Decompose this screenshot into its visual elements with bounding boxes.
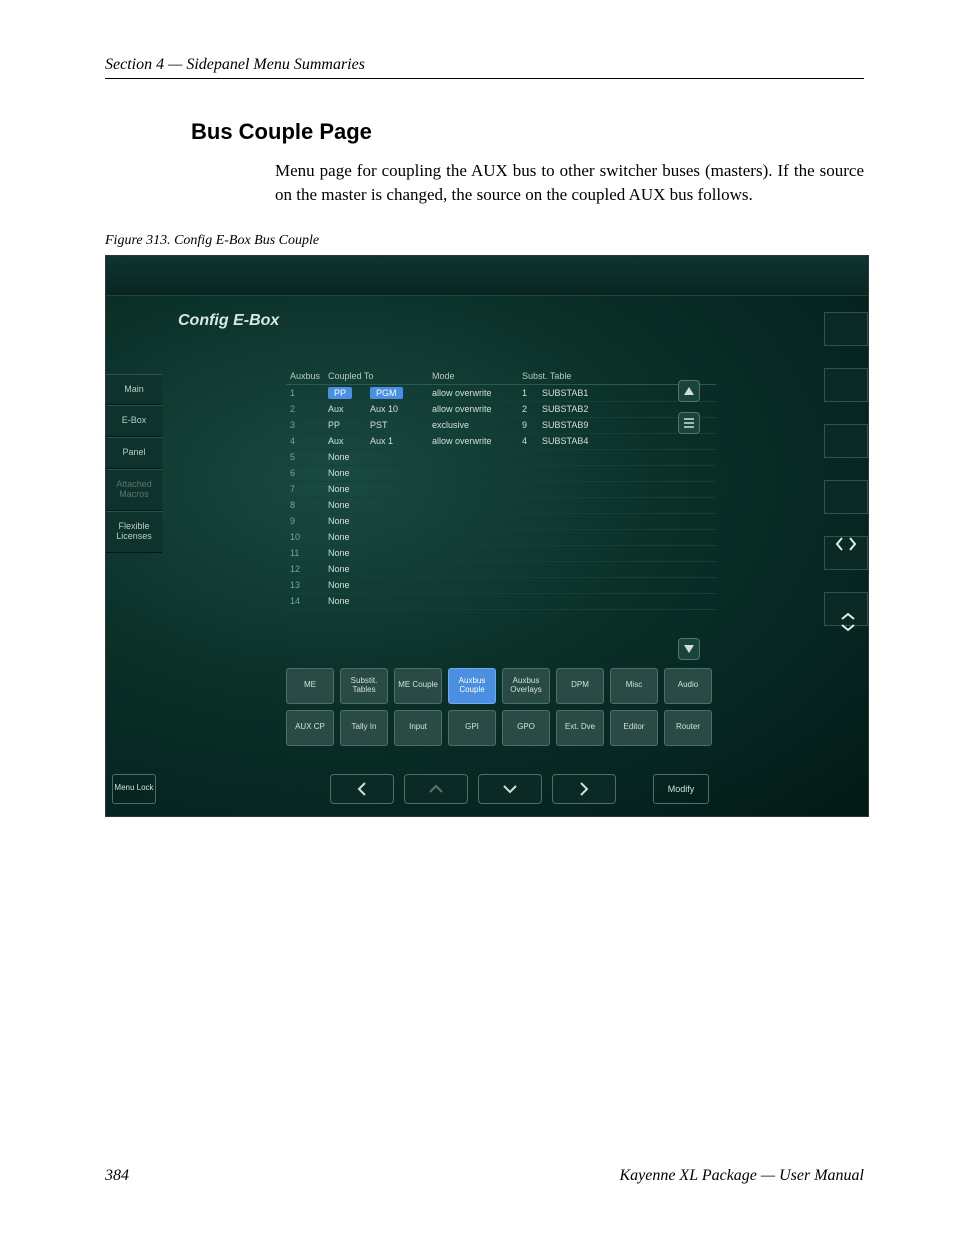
bottom-nav: Menu Lock Modify	[106, 772, 868, 812]
col-coupled-to: Coupled To	[324, 368, 428, 385]
function-button[interactable]: Tally In	[340, 710, 388, 746]
table-row[interactable]: 9None	[286, 513, 716, 529]
nav-main[interactable]: Main	[106, 374, 162, 406]
knob-slot-2[interactable]	[824, 368, 868, 402]
section-header: Section 4 — Sidepanel Menu Summaries	[105, 56, 864, 79]
knob-slot-3[interactable]	[824, 424, 868, 458]
table-row[interactable]: 2AuxAux 10allow overwrite2SUBSTAB2	[286, 401, 716, 417]
window-top-bar	[106, 256, 868, 296]
function-button[interactable]: Router	[664, 710, 712, 746]
function-button[interactable]: Input	[394, 710, 442, 746]
function-button[interactable]: ME	[286, 668, 334, 704]
page-footer: 384 Kayenne XL Package — User Manual	[105, 1167, 864, 1185]
table-row[interactable]: 8None	[286, 497, 716, 513]
left-nav: Main E-Box Panel Attached Macros Flexibl…	[106, 374, 162, 553]
knob-slot-1[interactable]	[824, 312, 868, 346]
function-button[interactable]: AUX CP	[286, 710, 334, 746]
knob-slot-4[interactable]	[824, 480, 868, 514]
function-button[interactable]: DPM	[556, 668, 604, 704]
scroll-up-button[interactable]	[678, 380, 700, 402]
modify-button[interactable]: Modify	[653, 774, 709, 804]
scroll-list-icon[interactable]	[678, 412, 700, 434]
nav-prev-button[interactable]	[330, 774, 394, 804]
nav-down-button[interactable]	[478, 774, 542, 804]
function-button[interactable]: Ext. Dve	[556, 710, 604, 746]
function-button[interactable]: Substit. Tables	[340, 668, 388, 704]
table-row[interactable]: 13None	[286, 577, 716, 593]
table-row[interactable]: 5None	[286, 449, 716, 465]
scroll-down-button[interactable]	[678, 638, 700, 660]
function-button[interactable]: Audio	[664, 668, 712, 704]
figure-caption: Figure 313. Config E-Box Bus Couple	[105, 233, 864, 249]
table-row[interactable]: 14None	[286, 593, 716, 609]
table-row[interactable]: 10None	[286, 529, 716, 545]
table-row[interactable]: 12None	[286, 561, 716, 577]
col-mode: Mode	[428, 368, 518, 385]
table-row[interactable]: 7None	[286, 481, 716, 497]
function-button[interactable]: Misc	[610, 668, 658, 704]
screenshot-panel: Config E-Box Main E-Box Panel Attached M…	[105, 255, 869, 817]
table-row[interactable]: 6None	[286, 465, 716, 481]
table-row[interactable]: 11None	[286, 545, 716, 561]
nav-attached-macros[interactable]: Attached Macros	[106, 469, 162, 511]
function-button[interactable]: ME Couple	[394, 668, 442, 704]
function-button[interactable]: Editor	[610, 710, 658, 746]
up-down-arrows-icon	[839, 612, 857, 637]
document-title: Kayenne XL Package — User Manual	[619, 1167, 864, 1185]
nav-next-button[interactable]	[552, 774, 616, 804]
function-button[interactable]: GPO	[502, 710, 550, 746]
page-title: Bus Couple Page	[191, 119, 864, 145]
menu-lock-button[interactable]: Menu Lock	[112, 774, 156, 804]
function-button-grid: MESubstit. TablesME CoupleAuxbus CoupleA…	[286, 668, 712, 746]
nav-ebox[interactable]: E-Box	[106, 405, 162, 437]
nav-flexible-licenses[interactable]: Flexible Licenses	[106, 511, 162, 553]
panel-title: Config E-Box	[178, 312, 279, 330]
function-button[interactable]: GPI	[448, 710, 496, 746]
nav-panel[interactable]: Panel	[106, 437, 162, 469]
nav-up-button[interactable]	[404, 774, 468, 804]
table-row[interactable]: 1PPPGMallow overwrite1SUBSTAB1	[286, 384, 716, 401]
intro-paragraph: Menu page for coupling the AUX bus to ot…	[275, 159, 864, 207]
table-row[interactable]: 4AuxAux 1allow overwrite4SUBSTAB4	[286, 433, 716, 449]
right-knob-strip	[824, 312, 868, 648]
bus-couple-table: Auxbus Coupled To Mode Subst. Table 1PPP…	[286, 368, 716, 610]
function-button[interactable]: Auxbus Couple	[448, 668, 496, 704]
table-row[interactable]: 3PPPSTexclusive9SUBSTAB9	[286, 417, 716, 433]
col-auxbus: Auxbus	[286, 368, 324, 385]
page-number: 384	[105, 1167, 129, 1185]
left-right-arrows-icon	[835, 536, 857, 557]
function-button[interactable]: Auxbus Overlays	[502, 668, 550, 704]
